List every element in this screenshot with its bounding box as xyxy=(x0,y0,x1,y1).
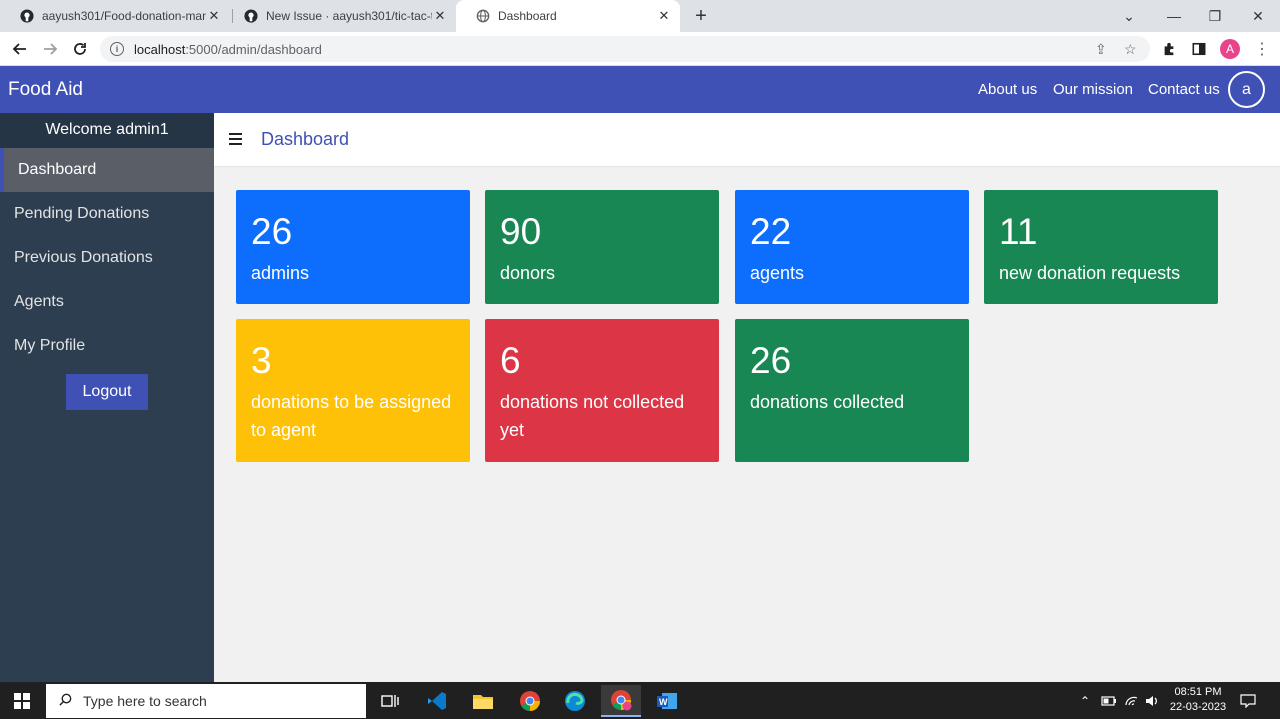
sidebar-item-my-profile[interactable]: My Profile xyxy=(0,324,214,368)
browser-toolbar: i localhost:5000/admin/dashboard ⇪ ☆ ⋮ xyxy=(0,32,1280,66)
user-avatar[interactable]: a xyxy=(1228,71,1265,108)
stat-value: 26 xyxy=(750,340,792,381)
github-icon xyxy=(20,9,34,23)
nav-about-us-link[interactable]: About us xyxy=(978,81,1037,98)
nav-contact-us-link[interactable]: Contact us xyxy=(1148,81,1220,98)
address-bar[interactable]: i localhost:5000/admin/dashboard ⇪ ☆ xyxy=(100,36,1150,62)
tab-search-icon[interactable]: ⌄ xyxy=(1107,0,1151,32)
chrome-icon[interactable] xyxy=(510,685,550,717)
stat-card-donors[interactable]: 90 donors xyxy=(485,190,719,304)
stat-value: 6 xyxy=(500,340,521,381)
sidebar-item-dashboard[interactable]: Dashboard xyxy=(0,148,214,192)
sidebar-item-agents[interactable]: Agents xyxy=(0,280,214,324)
browser-tab-title: aayush301/Food-donation-mana xyxy=(42,9,206,23)
extensions-icon[interactable] xyxy=(1157,37,1181,61)
stat-card-donations-to-assign[interactable]: 3 donations to be assigned to agent xyxy=(236,319,470,462)
page-title: Dashboard xyxy=(261,129,350,149)
stat-card-donations-not-collected[interactable]: 6 donations not collected yet xyxy=(485,319,719,462)
url-host: localhost xyxy=(134,41,186,57)
url-path: :5000/admin/dashboard xyxy=(185,41,322,57)
close-tab-icon[interactable]: ✕ xyxy=(656,8,672,24)
main-header: Dashboard xyxy=(214,113,1280,167)
minimize-icon[interactable]: — xyxy=(1152,0,1196,32)
stat-label: new donation requests xyxy=(999,262,1181,283)
close-window-icon[interactable]: ✕ xyxy=(1236,0,1280,32)
stat-value: 26 xyxy=(251,211,293,252)
stat-value: 11 xyxy=(999,211,1038,252)
app-navbar: Food Aid About us Our mission Contact us… xyxy=(0,66,1280,113)
globe-icon xyxy=(476,9,490,23)
reload-icon[interactable] xyxy=(68,37,92,61)
browser-tab-active[interactable]: Dashboard ✕ xyxy=(456,0,680,32)
stat-label: donations not collected yet xyxy=(500,391,685,440)
windows-taskbar: Type here to search W ⌃ 08:51 PM 22-03-2… xyxy=(0,682,1280,719)
show-hidden-icons[interactable]: ⌃ xyxy=(1080,682,1090,719)
stat-label: donations collected xyxy=(750,391,905,412)
stat-label: donations to be assigned to agent xyxy=(251,391,452,440)
stat-value: 90 xyxy=(500,211,542,252)
side-panel-icon[interactable] xyxy=(1187,37,1211,61)
search-placeholder: Type here to search xyxy=(83,693,207,709)
task-view-icon[interactable] xyxy=(370,685,410,717)
stat-card-admins[interactable]: 26 admins xyxy=(236,190,470,304)
share-icon[interactable]: ⇪ xyxy=(1095,41,1107,58)
vscode-icon[interactable] xyxy=(417,685,457,717)
close-tab-icon[interactable]: ✕ xyxy=(432,8,448,24)
sidebar: Welcome admin1 Dashboard Pending Donatio… xyxy=(0,113,214,682)
browser-tab-title: New Issue · aayush301/tic-tac-toe xyxy=(266,9,432,23)
browser-tab-title: Dashboard xyxy=(498,9,557,23)
back-icon[interactable] xyxy=(8,37,32,61)
notification-icon[interactable] xyxy=(1240,682,1256,719)
taskbar-search-input[interactable]: Type here to search xyxy=(46,684,366,718)
bookmark-star-icon[interactable]: ☆ xyxy=(1124,41,1137,58)
close-tab-icon[interactable]: ✕ xyxy=(206,8,222,24)
forward-icon[interactable] xyxy=(38,37,62,61)
windows-start-icon[interactable] xyxy=(14,693,30,709)
sidebar-item-previous-donations[interactable]: Previous Donations xyxy=(0,236,214,280)
search-icon xyxy=(58,692,73,711)
clock-date: 22-03-2023 xyxy=(1169,701,1227,713)
volume-icon[interactable] xyxy=(1145,682,1161,719)
edge-icon[interactable] xyxy=(555,685,595,717)
welcome-message: Welcome admin1 xyxy=(0,113,214,148)
clock-time: 08:51 PM xyxy=(1174,686,1222,698)
stat-card-new-donation-requests[interactable]: 11 new donation requests xyxy=(984,190,1218,304)
sidebar-item-pending-donations[interactable]: Pending Donations xyxy=(0,192,214,236)
browser-profile-avatar[interactable]: A xyxy=(1220,39,1240,59)
taskbar-clock[interactable]: 08:51 PM 22-03-2023 xyxy=(1166,685,1230,715)
stat-label: donors xyxy=(500,262,556,283)
browser-tab-2[interactable]: New Issue · aayush301/tic-tac-toe ✕ xyxy=(224,0,456,32)
word-icon[interactable]: W xyxy=(647,685,687,717)
menu-toggle-icon[interactable] xyxy=(229,133,242,145)
logout-button[interactable]: Logout xyxy=(66,374,148,410)
site-info-icon[interactable]: i xyxy=(110,42,124,56)
stat-label: admins xyxy=(251,262,310,283)
wifi-icon[interactable] xyxy=(1124,682,1140,719)
github-icon xyxy=(244,9,258,23)
svg-text:W: W xyxy=(659,697,668,707)
nav-our-mission-link[interactable]: Our mission xyxy=(1053,81,1133,98)
chrome-profile-icon[interactable] xyxy=(601,685,641,717)
stat-value: 3 xyxy=(251,340,272,381)
stat-value: 22 xyxy=(750,211,792,252)
stat-card-donations-collected[interactable]: 26 donations collected xyxy=(735,319,969,462)
stat-label: agents xyxy=(750,262,805,283)
brand-logo[interactable]: Food Aid xyxy=(8,79,83,101)
battery-icon[interactable] xyxy=(1101,682,1117,719)
restore-icon[interactable]: ❐ xyxy=(1193,0,1237,32)
browser-tabstrip: aayush301/Food-donation-mana ✕ New Issue… xyxy=(0,0,1280,32)
new-tab-icon[interactable]: + xyxy=(691,5,711,28)
file-explorer-icon[interactable] xyxy=(463,685,503,717)
browser-menu-icon[interactable]: ⋮ xyxy=(1250,37,1274,61)
stat-card-agents[interactable]: 22 agents xyxy=(735,190,969,304)
browser-tab-1[interactable]: aayush301/Food-donation-mana ✕ xyxy=(0,0,230,32)
